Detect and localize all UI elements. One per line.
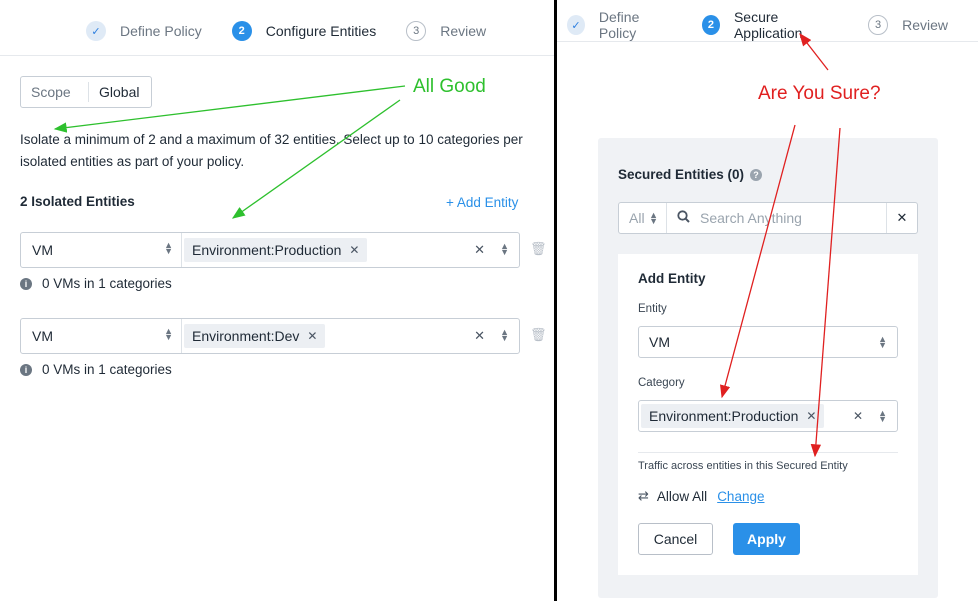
step-number: 3 (868, 15, 889, 35)
category-tag-label: Environment:Production (649, 408, 799, 424)
entity-select-value: VM (649, 334, 670, 350)
step-number: 3 (406, 21, 427, 41)
step-define-policy[interactable]: ✓ Define Policy (567, 9, 672, 41)
scope-label: Scope (21, 82, 89, 102)
step-configure-entities[interactable]: 2 Configure Entities (231, 21, 377, 41)
step-label: Review (902, 17, 948, 33)
entity-type-value: VM (32, 328, 53, 344)
row-info: i 0 VMs in 1 categories (20, 362, 172, 377)
step-review[interactable]: 3 Review (868, 15, 948, 35)
step-label: Define Policy (598, 9, 640, 41)
header-divider (0, 55, 554, 56)
check-icon: ✓ (567, 15, 585, 35)
info-icon: i (20, 363, 32, 376)
search-scope-select[interactable]: All ▲ ▼ (619, 203, 667, 233)
annotation-are-you-sure: Are You Sure? (758, 83, 881, 104)
add-entity-link[interactable]: + Add Entity (446, 195, 518, 210)
step-label: Secure Application (733, 9, 803, 41)
updown-icon[interactable]: ▲ ▼ (500, 328, 509, 343)
swap-icon: ⇄ (638, 488, 649, 503)
updown-icon[interactable]: ▲ ▼ (878, 409, 887, 424)
remove-tag-icon[interactable]: ✕ (307, 329, 317, 343)
row-info: i 0 VMs in 1 categories (20, 276, 172, 291)
clear-icon[interactable]: ✕ (474, 328, 485, 344)
category-select[interactable]: Environment:Dev ✕ ✕ ▲ ▼ (181, 319, 519, 353)
remove-tag-icon[interactable]: ✕ (349, 243, 359, 257)
entity-label: Entity (638, 303, 667, 315)
entity-row: VM ▲ ▼ Environment:Dev ✕ ✕ ▲ ▼ (20, 318, 520, 354)
add-entity-card: Add Entity Entity VM ▲ ▼ Category Environ… (618, 254, 918, 575)
category-select[interactable]: Environment:Production ✕ ✕ ▲ ▼ (638, 400, 898, 432)
secured-entities-title: Secured Entities (0) ? (618, 167, 763, 182)
category-tag-label: Environment:Production (192, 242, 342, 258)
trash-icon[interactable]: 🗑 (530, 241, 547, 257)
cancel-button[interactable]: Cancel (638, 523, 713, 555)
clear-search-icon[interactable]: ✕ (887, 210, 917, 226)
category-tag: Environment:Production ✕ (184, 238, 368, 262)
help-icon[interactable]: ? (750, 168, 763, 181)
row-info-text: 0 VMs in 1 categories (42, 362, 172, 377)
isolated-entities-title: 2 Isolated Entities (20, 194, 135, 209)
step-label: Configure Entities (265, 23, 377, 39)
info-icon: i (20, 277, 32, 290)
annotation-all-good: All Good (413, 76, 486, 97)
step-review[interactable]: 3 Review (406, 21, 486, 41)
search-bar: All ▲ ▼ Search Anything ✕ (618, 202, 918, 234)
category-select[interactable]: Environment:Production ✕ ✕ ▲ ▼ (181, 233, 519, 267)
remove-tag-icon[interactable]: ✕ (806, 409, 816, 423)
category-tag: Environment:Dev ✕ (184, 324, 326, 348)
secured-entities-title-text: Secured Entities (0) (618, 167, 745, 182)
change-link[interactable]: Change (717, 489, 764, 504)
category-tag: Environment:Production ✕ (641, 404, 825, 428)
wizard-stepper: ✓ Define Policy 2 Configure Entities 3 R… (86, 21, 516, 41)
scope-value: Global (99, 84, 140, 100)
search-input[interactable]: Search Anything (667, 203, 887, 233)
check-icon: ✓ (86, 21, 106, 41)
category-label: Category (638, 377, 685, 389)
header-divider (557, 41, 978, 42)
trash-icon[interactable]: 🗑 (530, 327, 547, 343)
traffic-label: Traffic across entities in this Secured … (638, 460, 848, 472)
traffic-rule: ⇄ Allow All Change (638, 488, 764, 504)
secured-entities-panel: Secured Entities (0) ? All ▲ ▼ Search Any… (598, 138, 938, 598)
entity-row: VM ▲ ▼ Environment:Production ✕ ✕ ▲ ▼ (20, 232, 520, 268)
left-panel: ✓ Define Policy 2 Configure Entities 3 R… (0, 0, 554, 601)
allow-all-text: Allow All (656, 488, 708, 504)
scope-selector[interactable]: Scope Global (20, 76, 152, 108)
search-placeholder: Search Anything (700, 210, 802, 226)
updown-icon: ▲ ▼ (649, 210, 658, 226)
step-secure-application[interactable]: 2 Secure Application (702, 9, 838, 41)
search-icon (677, 210, 690, 226)
updown-icon: ▲ ▼ (164, 326, 173, 342)
step-label: Define Policy (120, 23, 202, 39)
step-number: 2 (702, 15, 720, 35)
apply-button[interactable]: Apply (733, 523, 800, 555)
entity-type-select[interactable]: VM ▲ ▼ (21, 240, 181, 259)
isolation-description: Isolate a minimum of 2 and a maximum of … (20, 132, 523, 169)
search-scope-value: All (629, 210, 645, 226)
updown-icon: ▲ ▼ (164, 240, 173, 256)
clear-icon[interactable]: ✕ (474, 242, 485, 258)
clear-icon[interactable]: ✕ (853, 409, 863, 423)
card-divider (638, 452, 898, 453)
step-label: Review (440, 23, 487, 39)
updown-icon: ▲ ▼ (878, 334, 887, 350)
entity-type-value: VM (32, 242, 53, 258)
updown-icon[interactable]: ▲ ▼ (500, 242, 509, 257)
entity-type-select[interactable]: VM ▲ ▼ (21, 326, 181, 345)
row-info-text: 0 VMs in 1 categories (42, 276, 172, 291)
add-entity-title: Add Entity (638, 271, 706, 286)
category-tag-label: Environment:Dev (192, 328, 300, 344)
step-define-policy[interactable]: ✓ Define Policy (86, 21, 202, 41)
step-number: 2 (231, 21, 252, 41)
wizard-stepper: ✓ Define Policy 2 Secure Application 3 R… (567, 9, 978, 41)
entity-select[interactable]: VM ▲ ▼ (638, 326, 898, 358)
